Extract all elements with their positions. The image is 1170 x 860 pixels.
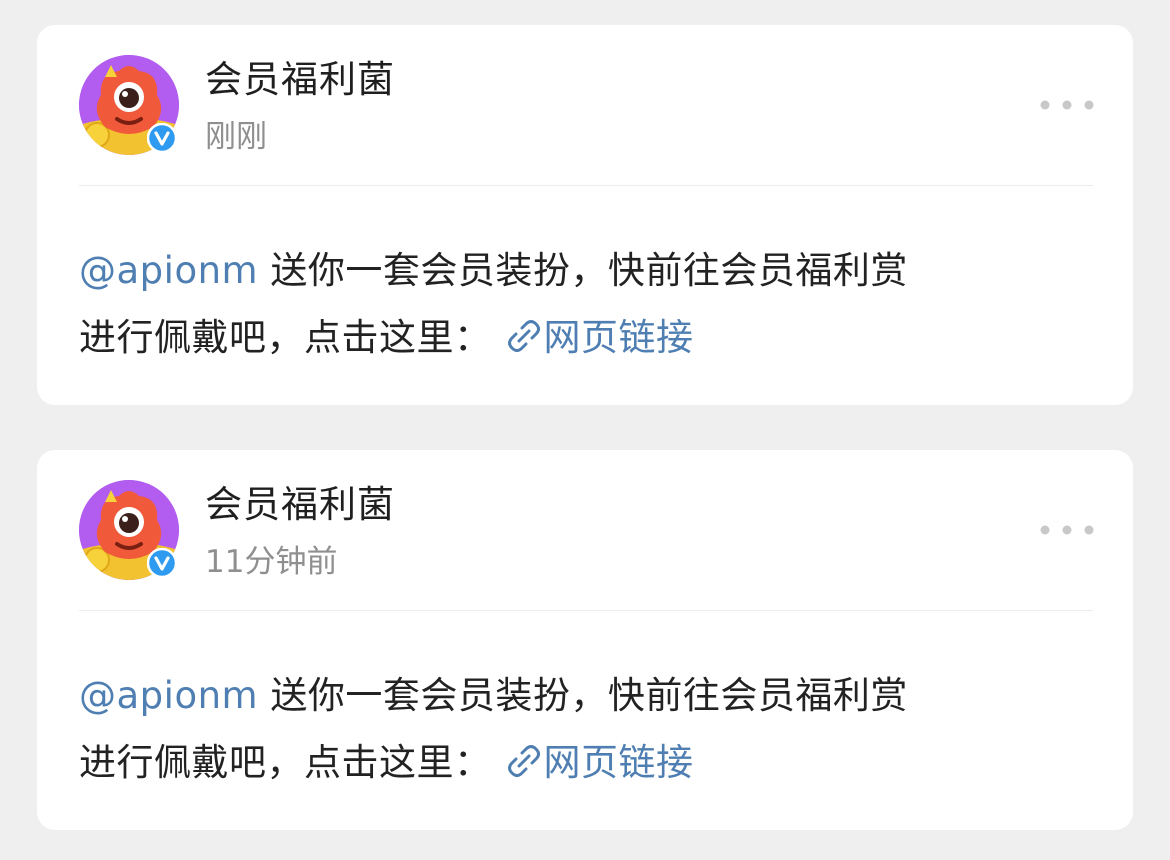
web-link[interactable]: 网页链接 bbox=[544, 741, 694, 784]
web-link[interactable]: 网页链接 bbox=[544, 316, 694, 359]
divider bbox=[79, 610, 1093, 611]
username[interactable]: 会员福利菌 bbox=[205, 55, 395, 105]
verified-v-icon bbox=[146, 547, 178, 579]
more-dots-icon[interactable] bbox=[1037, 93, 1097, 117]
username[interactable]: 会员福利菌 bbox=[205, 480, 395, 530]
post-timestamp: 11分钟前 bbox=[205, 544, 338, 580]
verified-v-icon bbox=[146, 122, 178, 154]
post-text-line2: 进行佩戴吧，点击这里： bbox=[79, 316, 492, 359]
post-timestamp: 刚刚 bbox=[205, 119, 267, 155]
post-card[interactable]: 会员福利菌 刚刚 @apionm 送你一套会员装扮，快前往会员福利赏 进行佩戴吧… bbox=[37, 25, 1133, 405]
post-text-line2: 进行佩戴吧，点击这里： bbox=[79, 741, 492, 784]
mention-link[interactable]: @apionm bbox=[79, 249, 258, 292]
post-card[interactable]: 会员福利菌 11分钟前 @apionm 送你一套会员装扮，快前往会员福利赏 进行… bbox=[37, 450, 1133, 830]
post-text-line1: 送你一套会员装扮，快前往会员福利赏 bbox=[258, 249, 908, 292]
post-text-line1: 送你一套会员装扮，快前往会员福利赏 bbox=[258, 674, 908, 717]
post-body: @apionm 送你一套会员装扮，快前往会员福利赏 进行佩戴吧，点击这里： 网页… bbox=[79, 237, 1089, 371]
more-dots-icon[interactable] bbox=[1037, 518, 1097, 542]
link-chain-icon[interactable] bbox=[506, 308, 542, 352]
link-chain-icon[interactable] bbox=[506, 733, 542, 777]
divider bbox=[79, 185, 1093, 186]
post-body: @apionm 送你一套会员装扮，快前往会员福利赏 进行佩戴吧，点击这里： 网页… bbox=[79, 662, 1089, 796]
mention-link[interactable]: @apionm bbox=[79, 674, 258, 717]
